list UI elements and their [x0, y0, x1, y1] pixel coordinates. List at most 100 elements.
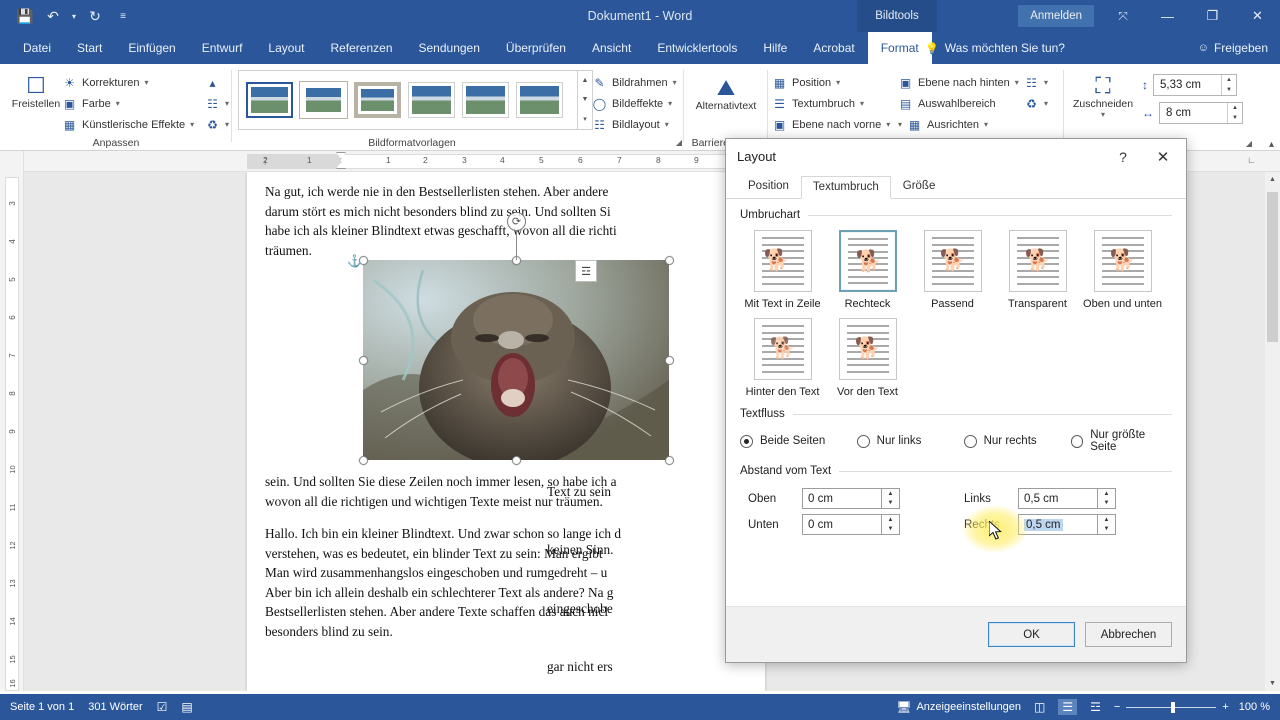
shape-width-field[interactable]: 8 cm ▲ ▼: [1159, 102, 1243, 124]
ribbon-display-options-icon[interactable]: ⤧: [1106, 0, 1140, 32]
radio-nur-links[interactable]: Nur links: [856, 434, 964, 448]
wrap-option-through[interactable]: 🐕 Transparent: [995, 230, 1080, 310]
textumbruch-button[interactable]: ☰ Textumbruch ▾: [772, 93, 890, 114]
rechts-input[interactable]: 0,5 cm ▲ ▼: [1018, 514, 1116, 535]
bildlayout-button[interactable]: ☷ Bildlayout ▾: [592, 114, 677, 135]
unten-spinner[interactable]: ▲ ▼: [881, 514, 900, 535]
remove-background-button[interactable]: ☐ Freistellen: [4, 70, 68, 111]
position-button[interactable]: ▦ Position ▾: [772, 72, 890, 93]
picture-style-3-selected[interactable]: [354, 82, 401, 118]
unten-input[interactable]: 0 cm ▲ ▼: [802, 514, 900, 535]
korrekturen-button[interactable]: ☀ Korrekturen ▾: [62, 72, 194, 93]
scroll-down-icon[interactable]: ▼: [1265, 676, 1280, 691]
picture-style-1[interactable]: [246, 82, 293, 118]
rechts-spinner[interactable]: ▲ ▼: [1097, 514, 1116, 535]
picture-style-4[interactable]: [408, 82, 455, 118]
dialog-tab-textumbruch[interactable]: Textumbruch: [800, 176, 891, 199]
resize-handle-sw[interactable]: [359, 456, 368, 465]
gruppieren-button[interactable]: ☷ ▾: [1024, 72, 1048, 93]
vertical-scrollbar[interactable]: ▲ ▼: [1265, 172, 1280, 691]
drehen-button[interactable]: ♻ ▾: [1024, 93, 1048, 114]
spelling-check-icon[interactable]: ☑: [157, 700, 168, 714]
close-icon[interactable]: ✕: [1146, 145, 1180, 169]
tab-hilfe[interactable]: Hilfe: [750, 32, 800, 64]
tell-me-box[interactable]: 💡 Was möchten Sie tun?: [925, 32, 1065, 64]
picture-style-5[interactable]: [462, 82, 509, 118]
resize-handle-e[interactable]: [665, 356, 674, 365]
gallery-scroll-up-icon[interactable]: ▲: [578, 71, 592, 90]
tab-entwicklertools[interactable]: Entwicklertools: [644, 32, 750, 64]
zoom-slider[interactable]: − +: [1114, 701, 1229, 713]
ok-button[interactable]: OK: [988, 622, 1075, 647]
tab-einfuegen[interactable]: Einfügen: [115, 32, 188, 64]
wrap-option-infront[interactable]: 🐕 Vor den Text: [825, 318, 910, 398]
kuenstlerische-effekte-button[interactable]: ▦ Künstlerische Effekte ▾: [62, 114, 194, 135]
radio-beide-seiten[interactable]: Beide Seiten: [740, 434, 857, 448]
layout-options-icon[interactable]: ☲: [575, 260, 597, 282]
oben-spinner[interactable]: ▲ ▼: [881, 488, 900, 509]
tab-datei[interactable]: Datei: [10, 32, 64, 64]
page-indicator[interactable]: Seite 1 von 1: [10, 701, 74, 713]
restore-button[interactable]: ❐: [1190, 0, 1235, 32]
tab-sendungen[interactable]: Sendungen: [406, 32, 493, 64]
read-mode-button[interactable]: ◫: [1031, 700, 1048, 714]
layout-dialog[interactable]: Layout ? ✕ Position Textumbruch Größe Um…: [725, 138, 1187, 663]
zoom-knob[interactable]: [1171, 701, 1176, 713]
ebene-nach-hinten-button[interactable]: ▣ Ebene nach hinten ▾: [898, 72, 1019, 93]
gallery-scroll-down-icon[interactable]: ▼: [578, 90, 592, 109]
collapse-ribbon-icon[interactable]: ▴: [1269, 139, 1274, 150]
tab-entwurf[interactable]: Entwurf: [189, 32, 256, 64]
gallery-scroll-controls[interactable]: ▲ ▼ ▾: [578, 70, 593, 130]
share-button[interactable]: ☺ Freigeben: [1198, 32, 1268, 64]
help-icon[interactable]: ?: [1112, 147, 1134, 167]
zoom-level[interactable]: 100 %: [1239, 701, 1270, 713]
paragraph-top[interactable]: Na gut, ich werde nie in den Bestsellerl…: [265, 182, 745, 260]
radio-nur-rechts[interactable]: Nur rechts: [963, 434, 1071, 448]
zoom-out-button[interactable]: −: [1114, 701, 1120, 713]
web-layout-button[interactable]: ☲: [1087, 700, 1104, 714]
zoom-in-button[interactable]: +: [1222, 701, 1228, 713]
links-spinner[interactable]: ▲ ▼: [1097, 488, 1116, 509]
alternativtext-button[interactable]: ⛰ Alternativtext: [692, 72, 760, 113]
close-button[interactable]: ✕: [1235, 0, 1280, 32]
word-count[interactable]: 301 Wörter: [88, 701, 142, 713]
wrap-option-square[interactable]: 🐕 Rechteck: [825, 230, 910, 310]
picture-style-6[interactable]: [516, 82, 563, 118]
width-spinner[interactable]: ▲ ▼: [1227, 103, 1242, 123]
auswahlbereich-button[interactable]: ▤ Auswahlbereich: [898, 93, 1019, 114]
minimize-button[interactable]: —: [1145, 0, 1190, 32]
rotate-handle-icon[interactable]: ⟳: [507, 212, 526, 231]
farbe-button[interactable]: ▣ Farbe ▾: [62, 93, 194, 114]
document-page[interactable]: Na gut, ich werde nie in den Bestsellerl…: [247, 172, 765, 691]
wrap-option-behind[interactable]: 🐕 Hinter den Text: [740, 318, 825, 398]
undo-dropdown-icon[interactable]: ▾: [68, 3, 80, 29]
picture-style-2[interactable]: [300, 82, 347, 118]
zuschneiden-button[interactable]: ⛶ Zuschneiden ▾: [1070, 70, 1136, 120]
print-layout-button[interactable]: ☰: [1058, 699, 1078, 715]
tab-format[interactable]: Format: [867, 32, 932, 64]
display-settings-button[interactable]: 🖥 Anzeigeeinstellungen: [896, 700, 1021, 714]
tab-referenzen[interactable]: Referenzen: [317, 32, 405, 64]
ausrichten-button[interactable]: ▾ ▦ Ausrichten ▾: [898, 114, 1019, 135]
change-picture-button[interactable]: ☷ ▾: [205, 93, 229, 114]
paragraph-bottom[interactable]: Hallo. Ich bin ein kleiner Blindtext. Un…: [265, 524, 745, 641]
wrap-option-inline[interactable]: 🐕 Mit Text in Zeile: [740, 230, 825, 310]
undo-icon[interactable]: ↶: [40, 3, 66, 29]
scroll-up-icon[interactable]: ▲: [1265, 172, 1280, 187]
reset-picture-button[interactable]: ♻ ▾: [205, 114, 229, 135]
oben-input[interactable]: 0 cm ▲ ▼: [802, 488, 900, 509]
links-input[interactable]: 0,5 cm ▲ ▼: [1018, 488, 1116, 509]
vertical-ruler[interactable]: 3 4 5 6 7 8 9 10 11 12 13 14 15 16: [0, 151, 24, 691]
rabbit-photo[interactable]: [363, 260, 669, 460]
tab-acrobat[interactable]: Acrobat: [800, 32, 867, 64]
picture-styles-gallery[interactable]: [238, 70, 578, 130]
groesse-dialog-launcher[interactable]: ◢: [1246, 139, 1252, 148]
customize-qat-icon[interactable]: ≡: [110, 3, 136, 29]
signin-button[interactable]: Anmelden: [1018, 5, 1094, 27]
scrollbar-thumb[interactable]: [1267, 192, 1278, 342]
resize-handle-se[interactable]: [665, 456, 674, 465]
language-icon[interactable]: ▤: [181, 700, 192, 714]
radio-nur-groesste-seite[interactable]: Nur größte Seite: [1070, 429, 1172, 453]
tab-layout[interactable]: Layout: [255, 32, 317, 64]
tab-ueberpruefen[interactable]: Überprüfen: [493, 32, 579, 64]
